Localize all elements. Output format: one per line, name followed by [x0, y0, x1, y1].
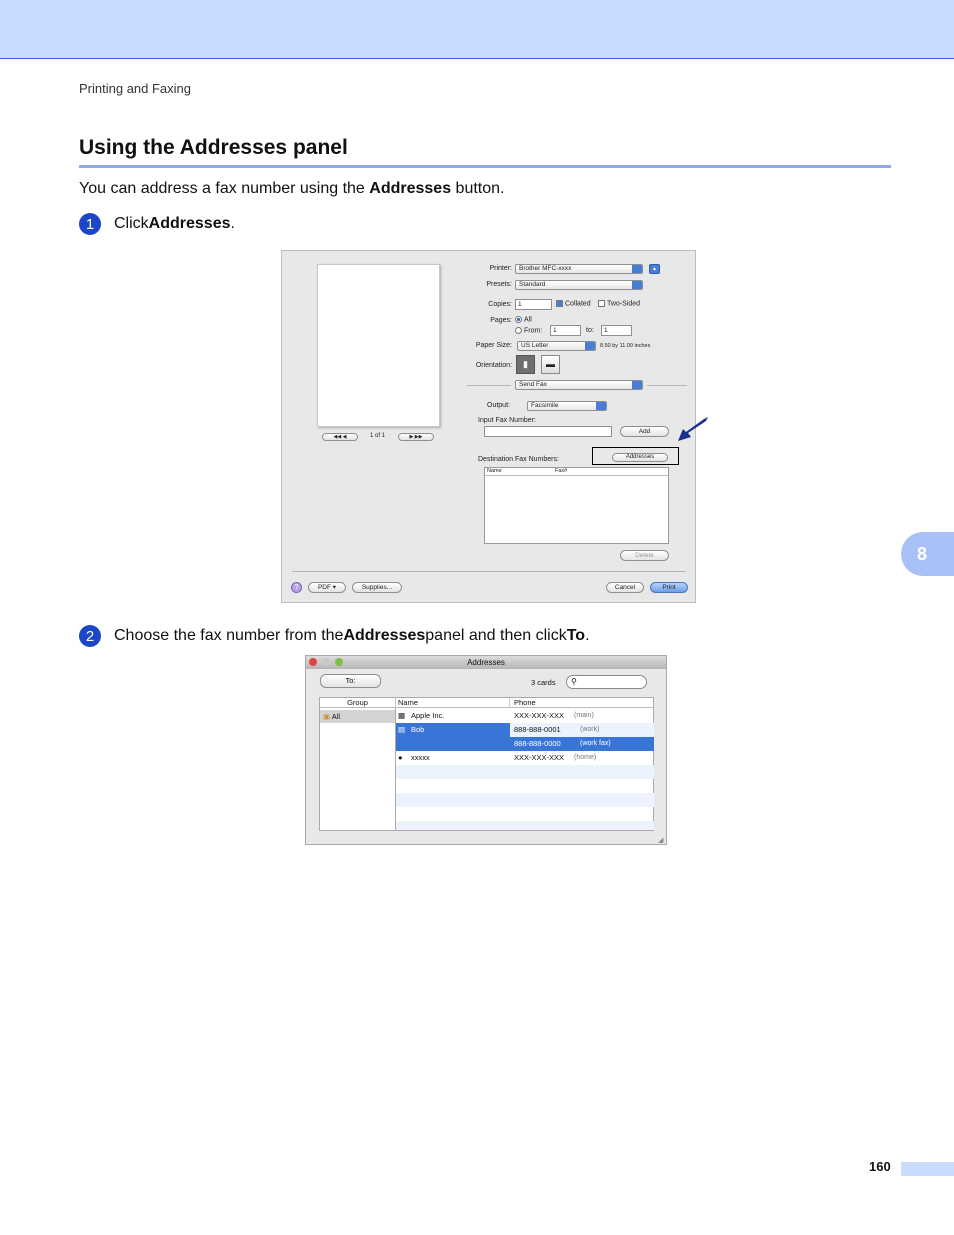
addresses-titlebar: Addresses: [306, 656, 666, 669]
send-fax-popup[interactable]: Send Fax: [515, 380, 643, 390]
fax-column-header: Fax#: [553, 468, 668, 476]
output-popup[interactable]: Facsimile: [527, 401, 607, 411]
table-row[interactable]: ● xxxxx XXX-XXX-XXX (home): [396, 751, 654, 765]
resize-handle-icon[interactable]: ◢: [658, 836, 663, 844]
close-window-icon[interactable]: [309, 658, 317, 666]
page-preview: [317, 264, 440, 427]
group-all[interactable]: ▣ All: [320, 710, 395, 723]
pages-from-field[interactable]: 1: [550, 325, 581, 336]
presets-label: Presets:: [486, 281, 512, 288]
title-rule: [79, 165, 891, 168]
destination-table: Name Fax#: [484, 467, 669, 544]
pages-to-label: to:: [586, 327, 594, 334]
orientation-label: Orientation:: [475, 362, 512, 369]
intro-paragraph: You can address a fax number using the A…: [79, 180, 505, 197]
copies-field[interactable]: 1: [515, 299, 552, 310]
table-row[interactable]: 888-888-0000 (work fax): [396, 737, 654, 751]
help-icon[interactable]: ?: [291, 582, 302, 593]
supplies-button[interactable]: Supplies...: [352, 582, 402, 593]
destination-label: Destination Fax Numbers:: [478, 456, 559, 463]
search-icon: ⚲: [571, 677, 577, 686]
pages-from-radio[interactable]: From:: [515, 327, 542, 334]
name-column-header: Name: [485, 468, 553, 476]
pages-label: Pages:: [490, 317, 512, 324]
page-count: 1 of 1: [370, 433, 386, 439]
print-dialog: ◀◀ ◀ 1 of 1 ▶ ▶▶ Printer: Brother MFC-xx…: [281, 250, 708, 603]
section-title: Using the Addresses panel: [79, 136, 348, 159]
paper-size-popup[interactable]: US Letter: [517, 341, 596, 351]
group-column-header: Group: [320, 698, 396, 708]
paper-size-label: Paper Size:: [475, 342, 512, 349]
fax-number-input[interactable]: [484, 426, 612, 437]
addresses-button[interactable]: Addresses: [612, 453, 668, 462]
landscape-orientation-icon[interactable]: ▬: [541, 355, 560, 374]
page-number: 160: [869, 1159, 891, 1174]
two-sided-checkbox[interactable]: Two-Sided: [598, 300, 640, 307]
input-fax-label: Input Fax Number:: [478, 417, 536, 424]
card-count: 3 cards: [531, 678, 556, 687]
expand-toggle-icon[interactable]: ▲: [649, 264, 660, 274]
pointer-arrow-icon: [678, 417, 708, 441]
search-input[interactable]: ⚲: [566, 675, 647, 689]
to-button[interactable]: To:: [320, 674, 381, 688]
minimize-window-icon[interactable]: [322, 658, 330, 666]
step-1: 1 Click Addresses.: [79, 213, 235, 235]
pdf-button[interactable]: PDF ▾: [308, 582, 346, 593]
table-row[interactable]: ▤ Bob 888-888-0001 (work): [396, 723, 654, 737]
portrait-orientation-icon[interactable]: ▮: [516, 355, 535, 374]
step-2: 2 Choose the fax number from the Address…: [79, 625, 590, 647]
output-label: Output:: [487, 402, 510, 409]
addresses-panel: Addresses To: 3 cards ⚲ Group Name Phone…: [305, 655, 667, 845]
address-list: Group Name Phone ▣ All ▦ Apple Inc. XXX-…: [319, 697, 654, 831]
chapter-tab: 8: [901, 532, 954, 576]
company-icon: ▦: [398, 711, 406, 720]
phone-column-header: Phone: [510, 698, 654, 708]
copies-label: Copies:: [488, 301, 512, 308]
folder-icon: ▣: [323, 712, 331, 721]
name-column-header: Name: [396, 698, 510, 708]
delete-button[interactable]: Delete: [620, 550, 669, 561]
pages-all-radio[interactable]: All: [515, 316, 532, 323]
step-number-2: 2: [79, 625, 101, 647]
step-number-1: 1: [79, 213, 101, 235]
card-icon: ▤: [398, 725, 406, 734]
paper-dimensions: 8.50 by 11.00 inches: [600, 343, 651, 349]
cancel-button[interactable]: Cancel: [606, 582, 644, 593]
add-button[interactable]: Add: [620, 426, 669, 437]
first-prev-page-buttons[interactable]: ◀◀ ◀: [322, 433, 358, 441]
table-row[interactable]: ▦ Apple Inc. XXX-XXX-XXX (main): [396, 709, 654, 723]
header-band: [0, 0, 954, 59]
person-icon: ●: [398, 753, 403, 762]
presets-popup[interactable]: Standard: [515, 280, 643, 290]
page-number-bar: [901, 1162, 954, 1176]
running-head: Printing and Faxing: [79, 81, 192, 96]
printer-popup[interactable]: Brother MFC-xxxx: [515, 264, 643, 274]
print-button[interactable]: Print: [650, 582, 688, 593]
pages-to-field[interactable]: 1: [601, 325, 632, 336]
collated-checkbox[interactable]: Collated: [556, 300, 591, 307]
next-last-page-buttons[interactable]: ▶ ▶▶: [398, 433, 434, 441]
printer-label: Printer:: [489, 265, 512, 272]
zoom-window-icon[interactable]: [335, 658, 343, 666]
